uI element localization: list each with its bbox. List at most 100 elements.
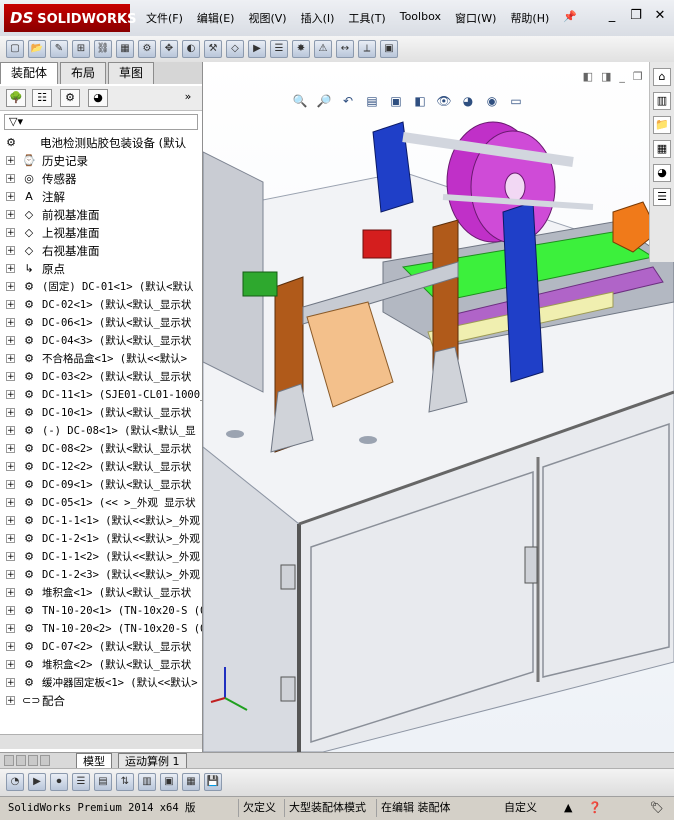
file-explorer-icon[interactable]: 📁: [653, 116, 671, 134]
reference-geometry-icon[interactable]: ◇: [226, 40, 244, 58]
expand-toggle-icon[interactable]: +: [6, 372, 15, 382]
configuration-manager-icon[interactable]: ⚙: [60, 89, 80, 107]
expand-toggle-icon[interactable]: +: [6, 588, 15, 598]
tree-item[interactable]: + ⚙ TN-10-20<1> (TN-10x20-S (0: [0, 602, 202, 620]
menu-insert[interactable]: 插入(I): [301, 10, 335, 26]
clearance-icon[interactable]: ↔: [336, 40, 354, 58]
design-library-icon[interactable]: ▥: [653, 92, 671, 110]
open-icon[interactable]: 📂: [28, 40, 46, 58]
tree-item[interactable]: + ⚙ DC-1-2<3> (默认<<默认>_外观: [0, 566, 202, 584]
expand-toggle-icon[interactable]: +: [6, 570, 15, 580]
expand-toggle-icon[interactable]: +: [6, 390, 15, 400]
tag-icon[interactable]: 🏷: [646, 799, 664, 817]
edit-component-icon[interactable]: ✎: [50, 40, 68, 58]
tree-item[interactable]: + ⚙ DC-02<1> (默认<默认_显示状: [0, 296, 202, 314]
motion-view-icon[interactable]: ▣: [160, 773, 178, 791]
measure-icon[interactable]: ⟂: [358, 40, 376, 58]
expand-toggle-icon[interactable]: +: [6, 642, 15, 652]
restore-icon[interactable]: ❐: [628, 8, 644, 24]
expand-toggle-icon[interactable]: +: [6, 678, 15, 688]
insert-component-icon[interactable]: ⊞: [72, 40, 90, 58]
new-part-icon[interactable]: ▢: [6, 40, 24, 58]
menu-tools[interactable]: 工具(T): [348, 10, 385, 26]
motion-play-icon[interactable]: ▶: [28, 773, 46, 791]
motion-timeline-icon[interactable]: ▤: [94, 773, 112, 791]
expand-toggle-icon[interactable]: +: [6, 444, 15, 454]
tree-item[interactable]: + ⚙ DC-06<1> (默认<默认_显示状: [0, 314, 202, 332]
tab-assembly[interactable]: 装配体: [0, 62, 59, 84]
tab-layout[interactable]: 布局: [60, 62, 107, 84]
expand-toggle-icon[interactable]: +: [6, 210, 15, 220]
tree-item[interactable]: + A 注解: [0, 188, 202, 206]
expand-toggle-icon[interactable]: +: [6, 282, 15, 292]
menu-file[interactable]: 文件(F): [146, 10, 183, 26]
tree-item[interactable]: + ⚙ DC-12<2> (默认<默认_显示状: [0, 458, 202, 476]
last-tab-icon[interactable]: [40, 755, 50, 766]
mate-toolbar-icon[interactable]: ⛓: [94, 40, 112, 58]
expand-toggle-icon[interactable]: +: [6, 264, 15, 274]
motion-save-icon[interactable]: 💾: [204, 773, 222, 791]
tree-item[interactable]: + ⊂⊃ 配合: [0, 692, 202, 710]
help-icon[interactable]: ❓: [584, 799, 602, 817]
expand-toggle-icon[interactable]: +: [6, 498, 15, 508]
prev-tab-icon[interactable]: [16, 755, 26, 766]
tree-item[interactable]: + ⚙ (-) DC-08<1> (默认<默认_显: [0, 422, 202, 440]
expand-toggle-icon[interactable]: +: [6, 660, 15, 670]
show-hidden-icon[interactable]: ◐: [182, 40, 200, 58]
menu-toolbox[interactable]: Toolbox: [400, 10, 441, 26]
instant3d-icon[interactable]: ▣: [380, 40, 398, 58]
graphics-viewport[interactable]: ◧ ◨ _ ❐ ✕ 🔍 🔎 ↶ ▤ ▣ ◧ 👁 ◕ ◉ ▭: [203, 62, 674, 752]
tree-item[interactable]: + ⚙ DC-05<1> (<< >_外观 显示状: [0, 494, 202, 512]
new-motion-icon[interactable]: ▶: [248, 40, 266, 58]
tree-item[interactable]: + ⚙ DC-11<1> (SJE01-CL01-1000_: [0, 386, 202, 404]
expand-toggle-icon[interactable]: +: [6, 174, 15, 184]
next-tab-icon[interactable]: [28, 755, 38, 766]
menu-edit[interactable]: 编辑(E): [197, 10, 235, 26]
menu-view[interactable]: 视图(V): [248, 10, 286, 26]
custom-properties-icon[interactable]: ☰: [653, 188, 671, 206]
property-manager-icon[interactable]: ☷: [32, 89, 52, 107]
expand-toggle-icon[interactable]: +: [6, 246, 15, 256]
tree-item[interactable]: + ⌚ 历史记录: [0, 152, 202, 170]
assembly-features-icon[interactable]: ⚒: [204, 40, 222, 58]
expand-toggle-icon[interactable]: +: [6, 318, 15, 328]
display-manager-icon[interactable]: ◕: [88, 89, 108, 107]
tree-item[interactable]: + ⚙ TN-10-20<2> (TN-10x20-S (0: [0, 620, 202, 638]
motion-chart-icon[interactable]: ▥: [138, 773, 156, 791]
expand-toggle-icon[interactable]: +: [6, 552, 15, 562]
pin-icon[interactable]: 📌: [563, 10, 577, 26]
menu-window[interactable]: 窗口(W): [455, 10, 496, 26]
expand-toggle-icon[interactable]: +: [6, 228, 15, 238]
feature-manager-icon[interactable]: 🌳: [6, 89, 26, 107]
expand-toggle-icon[interactable]: +: [6, 336, 15, 346]
exploded-view-icon[interactable]: ✸: [292, 40, 310, 58]
close-icon[interactable]: ✕: [652, 8, 668, 24]
tree-item[interactable]: + ⚙ 缓冲器固定板<1> (默认<<默认>: [0, 674, 202, 692]
tree-item[interactable]: + ⚙ DC-08<2> (默认<默认_显示状: [0, 440, 202, 458]
smart-fastener-icon[interactable]: ⚙: [138, 40, 156, 58]
expand-toggle-icon[interactable]: +: [6, 624, 15, 634]
expand-panel-icon[interactable]: »: [178, 89, 198, 107]
interference-icon[interactable]: ⚠: [314, 40, 332, 58]
tree-item[interactable]: + ⚙ DC-1-1<1> (默认<<默认>_外观: [0, 512, 202, 530]
appearances-icon[interactable]: ◕: [653, 164, 671, 182]
machine-model[interactable]: [203, 62, 674, 752]
tree-item[interactable]: + ◇ 右视基准面: [0, 242, 202, 260]
tree-item[interactable]: + ◇ 前视基准面: [0, 206, 202, 224]
expand-toggle-icon[interactable]: +: [6, 516, 15, 526]
tree-scrollbar[interactable]: [0, 734, 202, 749]
expand-toggle-icon[interactable]: +: [6, 462, 15, 472]
expand-toggle-icon[interactable]: +: [6, 408, 15, 418]
view-palette-icon[interactable]: ▦: [653, 140, 671, 158]
tree-item[interactable]: + ⚙ 堆积盒<2> (默认<默认_显示状: [0, 656, 202, 674]
expand-toggle-icon[interactable]: +: [6, 696, 15, 706]
bom-icon[interactable]: ☰: [270, 40, 288, 58]
expand-toggle-icon[interactable]: +: [6, 156, 15, 166]
solidworks-logo[interactable]: DS SOLIDWORKS: [4, 4, 136, 32]
expand-toggle-icon[interactable]: +: [6, 534, 15, 544]
tree-item[interactable]: + ⚙ DC-1-2<1> (默认<<默认>_外观: [0, 530, 202, 548]
expand-toggle-icon[interactable]: +: [6, 480, 15, 490]
home-icon[interactable]: ⌂: [653, 68, 671, 86]
tree-item[interactable]: + ⚙ DC-03<2> (默认<默认_显示状: [0, 368, 202, 386]
tree-item[interactable]: + ⚙ (固定) DC-01<1> (默认<默认: [0, 278, 202, 296]
